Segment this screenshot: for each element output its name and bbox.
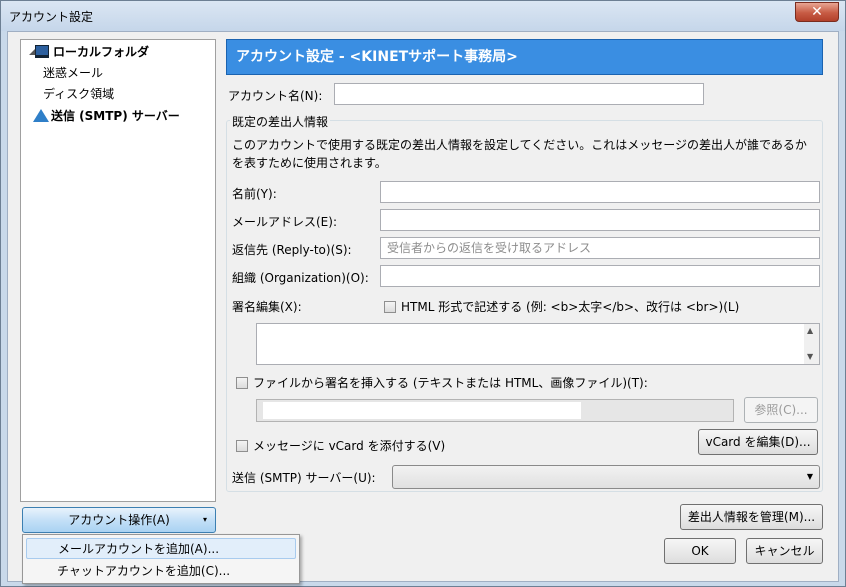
account-name-label: アカウント名(N): [228, 89, 323, 103]
organization-label: 組織 (Organization)(O): [232, 271, 369, 285]
dialog-body: ◢ ローカルフォルダ 迷惑メール ディスク領域 送信 (SMTP) サーバー ア… [7, 31, 839, 584]
edit-vcard-button[interactable]: vCard を編集(D)... [698, 429, 818, 455]
reply-to-input[interactable]: 受信者からの返信を受け取るアドレス [380, 237, 820, 259]
html-format-label: HTML 形式で記述する (例: <b>太字</b>、改行は <br>)(L) [401, 300, 740, 314]
account-name-input[interactable] [334, 83, 704, 105]
cancel-button[interactable]: キャンセル [746, 538, 823, 564]
tree-item-label: ローカルフォルダ [53, 45, 150, 59]
server-icon [33, 109, 49, 122]
html-format-checkbox[interactable] [384, 301, 396, 313]
tree-item-smtp[interactable]: 送信 (SMTP) サーバー [33, 106, 180, 126]
name-input[interactable] [380, 181, 820, 203]
signature-file-option[interactable]: ファイルから署名を挿入する (テキストまたは HTML、画像ファイル)(T): [236, 374, 648, 391]
dropdown-arrow-icon: ▼ [806, 472, 813, 481]
email-label: メールアドレス(E): [232, 215, 337, 229]
window-title: アカウント設定 [9, 10, 94, 24]
expand-icon[interactable]: ◢ [29, 42, 35, 62]
signature-file-label: ファイルから署名を挿入する (テキストまたは HTML、画像ファイル)(T): [253, 376, 648, 390]
signature-textarea[interactable]: ▲ ▼ [256, 323, 820, 365]
monitor-icon [35, 45, 49, 58]
tree-item-label: ディスク領域 [43, 87, 115, 101]
title-bar: アカウント設定 ✕ [1, 1, 845, 31]
signature-file-path[interactable] [256, 399, 734, 422]
signature-file-checkbox[interactable] [236, 377, 248, 389]
account-actions-menu: メールアカウントを追加(A)... チャットアカウントを追加(C)... [22, 534, 300, 584]
tree-item-label: 送信 (SMTP) サーバー [51, 109, 180, 123]
account-tree[interactable]: ◢ ローカルフォルダ 迷惑メール ディスク領域 送信 (SMTP) サーバー [20, 39, 216, 502]
email-input[interactable] [380, 209, 820, 231]
page-title: アカウント設定 - <KINETサポート事務局> [226, 39, 823, 75]
ok-button[interactable]: OK [664, 538, 736, 564]
signature-scrollbar[interactable]: ▲ ▼ [804, 324, 819, 364]
organization-input[interactable] [380, 265, 820, 287]
account-actions-button[interactable]: アカウント操作(A) ▾ [22, 507, 216, 533]
menu-item-add-mail-account[interactable]: メールアカウントを追加(A)... [26, 538, 296, 559]
smtp-server-select[interactable]: ▼ [392, 465, 820, 489]
name-label: 名前(Y): [232, 187, 277, 201]
identity-group-title: 既定の差出人情報 [230, 113, 331, 130]
tree-item-disk-space[interactable]: ディスク領域 [43, 84, 114, 104]
browse-button[interactable]: 参照(C)... [744, 397, 818, 423]
tree-item-junk[interactable]: 迷惑メール [43, 63, 103, 83]
vcard-option[interactable]: メッセージに vCard を添付する(V) [236, 437, 445, 454]
dropdown-arrow-icon: ▾ [202, 515, 207, 524]
smtp-server-label: 送信 (SMTP) サーバー(U): [232, 471, 376, 485]
vcard-label: メッセージに vCard を添付する(V) [253, 439, 446, 453]
signature-file-path-field [263, 402, 581, 419]
manage-identities-button[interactable]: 差出人情報を管理(M)... [680, 504, 823, 530]
vcard-checkbox[interactable] [236, 440, 248, 452]
tree-item-local-folders[interactable]: ◢ ローカルフォルダ [25, 42, 149, 62]
scroll-up-icon[interactable]: ▲ [807, 326, 813, 335]
close-button[interactable]: ✕ [795, 2, 839, 22]
reply-to-label: 返信先 (Reply-to)(S): [232, 243, 352, 257]
identity-description: このアカウントで使用する既定の差出人情報を設定してください。これはメッセージの差… [232, 138, 807, 170]
signature-label: 署名編集(X): [232, 300, 302, 314]
account-actions-label: アカウント操作(A) [68, 513, 170, 527]
account-settings-window: アカウント設定 ✕ ◢ ローカルフォルダ 迷惑メール ディスク領域 送信 (SM… [0, 0, 846, 587]
tree-item-label: 迷惑メール [43, 66, 104, 80]
scroll-down-icon[interactable]: ▼ [807, 352, 813, 361]
html-format-option[interactable]: HTML 形式で記述する (例: <b>太字</b>、改行は <br>)(L) [384, 298, 739, 315]
menu-item-add-chat-account[interactable]: チャットアカウントを追加(C)... [26, 561, 296, 582]
